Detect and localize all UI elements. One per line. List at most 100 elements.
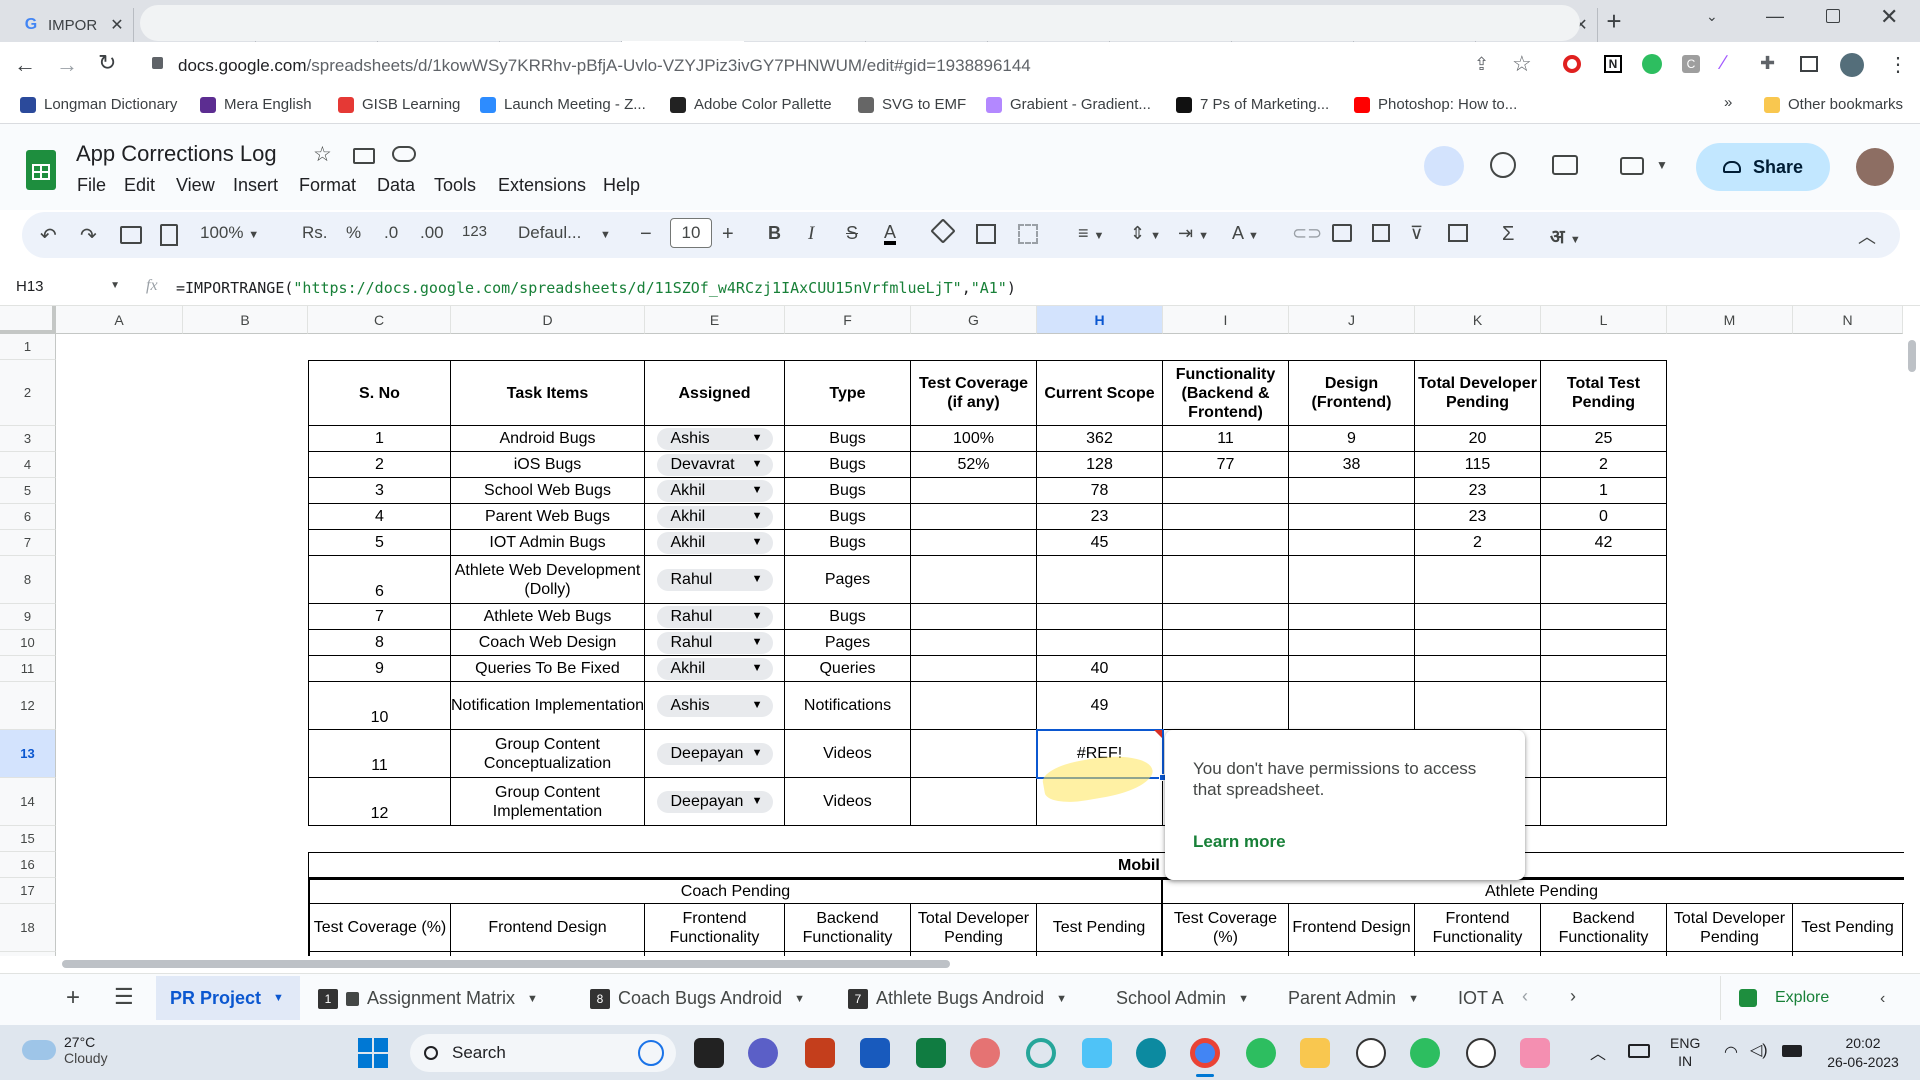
minimize-icon[interactable]: — [1766, 6, 1784, 27]
task-view-icon[interactable] [694, 1038, 724, 1068]
account-avatar[interactable] [1856, 148, 1894, 186]
table-cell[interactable]: Parent Web Bugs [451, 504, 645, 530]
column-header-j[interactable]: J [1289, 306, 1415, 334]
table-cell[interactable] [1163, 604, 1289, 630]
column-header-b[interactable]: B [183, 306, 308, 334]
table-cell[interactable]: 2 [1541, 452, 1667, 478]
table-header-cell[interactable]: Current Scope [1037, 360, 1163, 426]
comment-history-icon[interactable] [1424, 146, 1464, 186]
table-cell[interactable] [1163, 504, 1289, 530]
table-header-cell[interactable]: Functionality (Backend & Frontend) [1163, 360, 1289, 426]
table-cell[interactable] [1415, 604, 1541, 630]
mobile-section-title[interactable]: Mobil [308, 852, 1920, 878]
row-header-4[interactable]: 4 [0, 452, 56, 478]
evernote-extension-icon[interactable] [1642, 54, 1662, 74]
table-cell[interactable]: Videos [785, 778, 911, 826]
notion-extension-icon[interactable]: N [1604, 55, 1622, 73]
undo-icon[interactable]: ↶ [40, 223, 57, 248]
star-icon[interactable]: ☆ [313, 142, 332, 167]
close-tab-icon[interactable]: ✕ [107, 15, 127, 35]
assignee-chip[interactable]: Akhil ▼ [656, 531, 773, 554]
table-cell[interactable] [911, 556, 1037, 604]
row-header-10[interactable]: 10 [0, 630, 56, 656]
start-icon[interactable] [358, 1038, 388, 1068]
strikethrough-button[interactable]: S [846, 223, 858, 244]
assignee-chip[interactable]: Akhil ▼ [656, 505, 773, 528]
table-cell[interactable] [1163, 478, 1289, 504]
zoom-select[interactable]: 100% ▼ [200, 223, 259, 243]
font-size-input[interactable]: 10 [670, 218, 712, 248]
table-cell[interactable]: 20 [1415, 426, 1541, 452]
assigned-cell[interactable]: Rahul ▼ [645, 630, 785, 656]
coach-pending-header[interactable]: Coach Pending [308, 878, 1163, 904]
table-cell[interactable]: 0 [1541, 504, 1667, 530]
show-hidden-icons[interactable]: ︿ [1590, 1040, 1606, 1064]
url-text[interactable]: docs.google.com/spreadsheets/d/1kowWSy7K… [178, 56, 1031, 76]
table-cell[interactable]: 100% [911, 426, 1037, 452]
assignee-chip[interactable]: Ashis ▼ [656, 427, 773, 450]
assignee-chip[interactable]: Akhil ▼ [656, 657, 773, 680]
edge-icon[interactable] [1136, 1038, 1166, 1068]
row-header-14[interactable]: 14 [0, 778, 56, 826]
serial-number-cell[interactable]: 1 [308, 426, 451, 452]
merge-cells-icon[interactable] [1018, 224, 1038, 244]
row-header-17[interactable]: 17 [0, 878, 56, 904]
vertical-scrollbar[interactable] [1904, 334, 1920, 954]
volume-icon[interactable]: ◁) [1750, 1040, 1768, 1060]
table-cell[interactable] [911, 504, 1037, 530]
menu-insert[interactable]: Insert [233, 175, 278, 196]
explore-button[interactable]: Explore [1720, 976, 1890, 1020]
row-header-2[interactable]: 2 [0, 360, 56, 426]
table-cell[interactable]: 77 [1163, 452, 1289, 478]
table-cell[interactable]: Coach Web Design [451, 630, 645, 656]
bookmark-item[interactable]: SVG to EMF [858, 96, 966, 113]
row-header-6[interactable]: 6 [0, 504, 56, 530]
assigned-cell[interactable]: Rahul ▼ [645, 556, 785, 604]
menu-tools[interactable]: Tools [434, 175, 476, 196]
assigned-cell[interactable]: Ashis ▼ [645, 682, 785, 730]
column-header-f[interactable]: F [785, 306, 911, 334]
assigned-cell[interactable]: Akhil ▼ [645, 478, 785, 504]
table-cell[interactable] [1163, 630, 1289, 656]
table-cell[interactable] [911, 682, 1037, 730]
menu-data[interactable]: Data [377, 175, 415, 196]
comments-icon[interactable] [1552, 155, 1578, 175]
sheet-tab[interactable]: 7 Athlete Bugs Android ▼ [848, 988, 1067, 1009]
table-cell[interactable]: Videos [785, 730, 911, 778]
app-dots-icon[interactable] [970, 1038, 1000, 1068]
table-header-cell[interactable]: Total Test Pending [1541, 360, 1667, 426]
table-cell[interactable] [1163, 556, 1289, 604]
assignee-chip[interactable]: Rahul ▼ [656, 568, 773, 591]
table-cell[interactable] [1289, 504, 1415, 530]
row-header-11[interactable]: 11 [0, 656, 56, 682]
address-bar[interactable] [140, 5, 1580, 41]
table-cell[interactable]: Bugs [785, 452, 911, 478]
table-cell[interactable]: Bugs [785, 604, 911, 630]
text-rotation-icon[interactable]: A ▼ [1232, 223, 1259, 244]
row-header-15[interactable]: 15 [0, 826, 56, 852]
assigned-cell[interactable]: Rahul ▼ [645, 604, 785, 630]
table-cell[interactable]: Queries To Be Fixed [451, 656, 645, 682]
clock[interactable]: 20:02 26-06-2023 [1818, 1034, 1908, 1072]
assignee-chip[interactable]: Deepayan ▼ [656, 790, 773, 813]
insert-chart-icon[interactable] [1372, 224, 1390, 242]
percent-button[interactable]: % [346, 223, 361, 243]
pen-extension-icon[interactable]: ∕ [1722, 52, 1725, 75]
all-sheets-icon[interactable]: ☰ [114, 984, 134, 1010]
row-header-1[interactable]: 1 [0, 334, 56, 360]
assignee-chip[interactable]: Devavrat ▼ [656, 453, 773, 476]
battery-icon[interactable] [1782, 1045, 1802, 1057]
sub-header-cell[interactable]: Frontend Design [451, 904, 645, 952]
redo-icon[interactable]: ↷ [80, 223, 97, 248]
table-cell[interactable]: Notification Implementation [451, 682, 645, 730]
share-page-icon[interactable]: ⇪ [1474, 54, 1489, 75]
insert-comment-icon[interactable] [1332, 224, 1352, 242]
column-header-m[interactable]: M [1667, 306, 1793, 334]
notepad-icon[interactable] [1082, 1038, 1112, 1068]
version-history-icon[interactable] [1490, 152, 1516, 178]
sub-header-cell[interactable]: Backend Functionality [1541, 904, 1667, 952]
table-cell[interactable]: Bugs [785, 478, 911, 504]
menu-help[interactable]: Help [603, 175, 640, 196]
share-button[interactable]: Share [1696, 143, 1830, 191]
table-cell[interactable] [911, 778, 1037, 826]
